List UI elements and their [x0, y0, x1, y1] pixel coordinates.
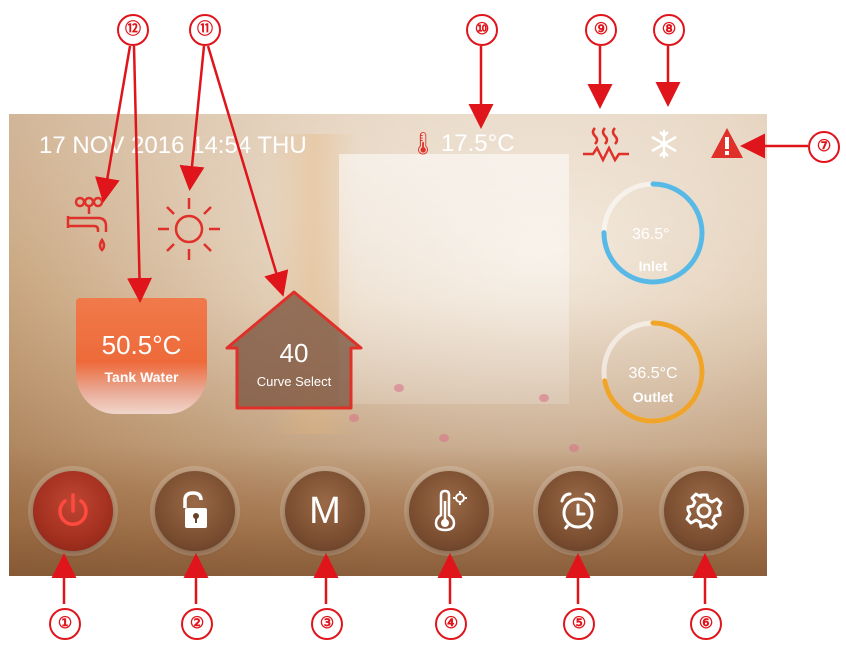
annotation-10: ⑩	[466, 14, 498, 46]
annotation-7: ⑦	[808, 131, 840, 163]
inlet-gauge: 36.5° Inlet	[598, 178, 708, 288]
inlet-label: Inlet	[638, 258, 668, 274]
background-floor-shade	[9, 446, 767, 576]
tank-water-label: Tank Water	[104, 369, 179, 385]
lock-button[interactable]	[155, 471, 235, 551]
curve-select-tile[interactable]: 40 Curve Select	[221, 286, 367, 421]
unlock-icon	[183, 491, 207, 528]
inlet-value: 36.5°	[632, 226, 670, 243]
settings-button[interactable]	[664, 471, 744, 551]
background-petal	[539, 394, 549, 402]
annotation-9: ⑨	[585, 14, 617, 46]
tank-water-value: 50.5°C	[101, 330, 182, 360]
annotation-11: ⑪	[189, 14, 221, 46]
controller-screen: 17 NOV 2016 14:54 THU 🌡︎ 17.5°C 50.5°C T…	[9, 114, 767, 576]
mode-button[interactable]: M	[285, 471, 365, 551]
background-petal	[569, 444, 579, 452]
background-petal	[394, 384, 404, 392]
power-button[interactable]	[33, 471, 113, 551]
date-time: 17 NOV 2016 14:54 THU	[39, 132, 307, 159]
thermometer-gear-icon	[434, 489, 467, 532]
annotation-4: ④	[435, 608, 467, 640]
defrost-icon	[651, 130, 677, 158]
alarm-warning-icon[interactable]	[709, 126, 745, 160]
tank-water-tile[interactable]: 50.5°C Tank Water	[76, 298, 207, 414]
annotation-2: ②	[181, 608, 213, 640]
thermometer-icon: 🌡︎	[409, 131, 437, 156]
outlet-label: Outlet	[632, 389, 674, 405]
ambient-temp-value: 17.5°C	[440, 130, 515, 157]
annotation-12: ⑫	[117, 14, 149, 46]
power-icon	[58, 493, 88, 526]
background-petal	[439, 434, 449, 442]
annotation-8: ⑧	[653, 14, 685, 46]
annotation-6: ⑥	[690, 608, 722, 640]
temperature-settings-button[interactable]	[409, 471, 489, 551]
curve-select-label: Curve Select	[256, 374, 332, 389]
annotation-3: ③	[311, 608, 343, 640]
outlet-value: 36.5°C	[628, 365, 678, 382]
outlet-gauge: 36.5°C Outlet	[598, 317, 708, 427]
sun-icon	[158, 198, 220, 260]
alarm-clock-icon	[560, 492, 596, 530]
annotation-5: ⑤	[563, 608, 595, 640]
heating-icon	[583, 127, 629, 163]
tap-water-icon	[66, 196, 108, 252]
timer-button[interactable]	[538, 471, 618, 551]
curve-select-value: 40	[279, 338, 309, 368]
ambient-temperature: 🌡︎ 17.5°C	[409, 130, 515, 158]
background-window	[339, 154, 569, 404]
mode-label: M	[309, 489, 341, 532]
gear-icon	[685, 492, 723, 530]
annotation-1: ①	[49, 608, 81, 640]
